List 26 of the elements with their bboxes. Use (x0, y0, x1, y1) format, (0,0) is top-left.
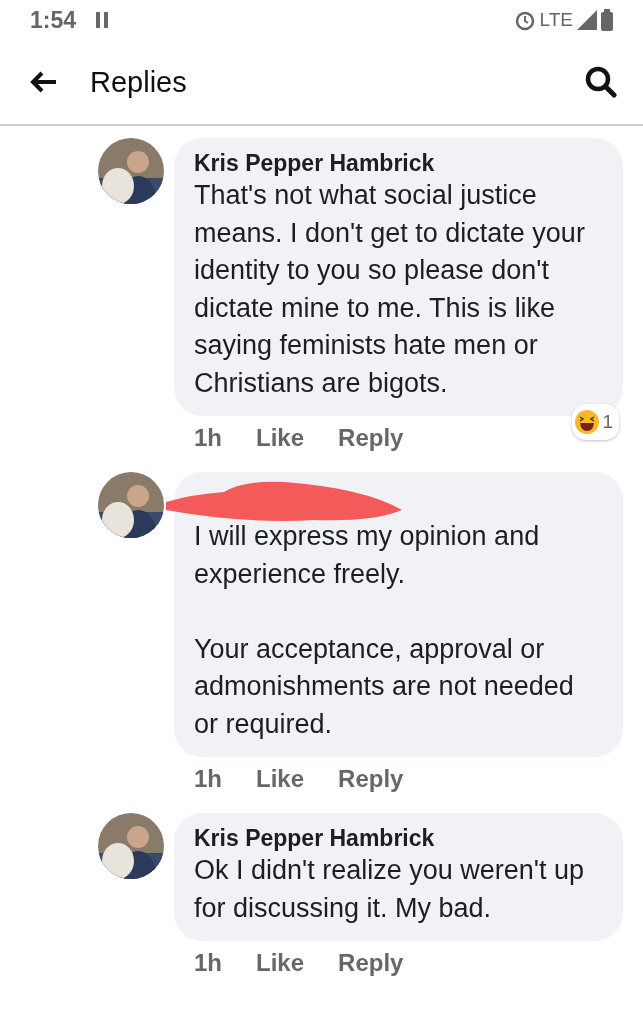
reply-link[interactable]: Reply (338, 947, 404, 979)
page-title: Replies (90, 65, 187, 99)
status-time: 1:54 (30, 6, 77, 34)
like-link[interactable]: Like (256, 422, 305, 454)
network-label: LTE (539, 9, 573, 31)
reaction-count: 1 (602, 410, 613, 434)
timestamp: 1h (194, 764, 222, 794)
like-link[interactable]: Like (256, 947, 305, 979)
author-name[interactable]: Kris Pepper Hambrick (194, 150, 593, 177)
timestamp: 1h (194, 948, 222, 978)
author-name[interactable]: Kris Pepper Hambrick (194, 825, 593, 852)
back-arrow-icon[interactable] (30, 71, 58, 93)
search-icon[interactable] (585, 66, 617, 98)
pause-icon (96, 12, 109, 28)
timestamp: 1h (194, 423, 222, 453)
reply-link[interactable]: Reply (338, 422, 404, 454)
comment-text: That's not what social justice means. I don't get to dictate your identity to you so please don't dictate mine to me. This is like saying feminists hate men or Christians are bigots. (194, 179, 586, 400)
laughing-emoji-icon (575, 410, 600, 434)
comment-text: Ok I didn't realize you weren't up for discussing it. My bad. (194, 854, 585, 925)
signal-icon (577, 10, 597, 30)
reply-link[interactable]: Reply (338, 763, 404, 795)
like-link[interactable]: Like (256, 763, 305, 795)
alarm-icon (513, 9, 536, 31)
reaction-badge[interactable]: 1 (572, 404, 619, 440)
battery-icon (601, 9, 613, 31)
comment-text: I will express my opinion and experience freely. Your acceptance, approval or admonishments are not needed or required. (194, 520, 575, 741)
